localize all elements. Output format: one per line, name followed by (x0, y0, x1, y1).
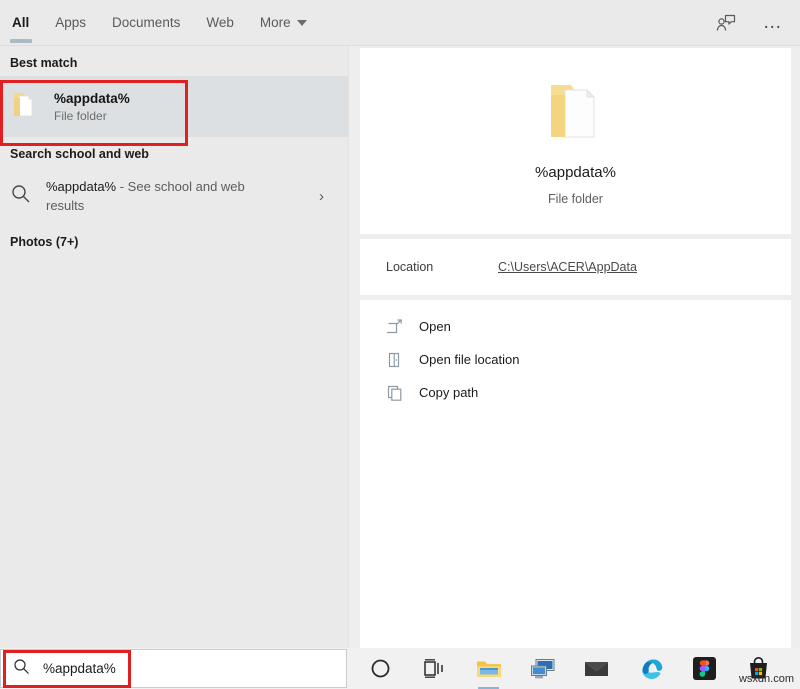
preview-card: %appdata% File folder (360, 48, 791, 234)
search-icon (13, 658, 30, 680)
tab-web-label: Web (206, 15, 234, 30)
more-options-icon[interactable]: … (760, 10, 786, 36)
preview-subtitle: File folder (548, 192, 603, 206)
photos-header: Photos (7+) (0, 225, 348, 255)
chevron-right-icon[interactable]: › (319, 188, 324, 205)
search-input-value: %appdata% (43, 661, 116, 676)
chevron-down-icon (297, 20, 307, 26)
tabbar-actions: … (712, 10, 800, 36)
results-pane: Best match %appdata% File folder Search … (0, 46, 349, 648)
result-item-appdata[interactable]: %appdata% File folder (0, 76, 348, 137)
watermark: wsxdn.com (739, 673, 794, 685)
action-open[interactable]: Open (360, 310, 791, 343)
action-open-file-location-label: Open file location (419, 352, 519, 367)
details-pane: %appdata% File folder Location C:\Users\… (349, 46, 800, 648)
ellipsis-glyph: … (763, 19, 784, 27)
result-item-title: %appdata% (54, 91, 130, 106)
web-search-query: %appdata% (46, 179, 116, 194)
action-copy-path[interactable]: Copy path (360, 376, 791, 409)
search-icon (10, 183, 32, 210)
tab-all-label: All (12, 15, 29, 30)
search-tabbar: All Apps Documents Web More (0, 0, 800, 46)
result-item-text: %appdata% File folder (54, 91, 130, 123)
copy-path-icon (386, 384, 403, 401)
action-open-file-location[interactable]: Open file location (360, 343, 791, 376)
taskbar: %appdata% (0, 648, 800, 689)
location-label: Location (386, 260, 498, 274)
tab-all[interactable]: All (0, 0, 42, 45)
tab-documents[interactable]: Documents (99, 0, 193, 45)
best-match-header: Best match (0, 46, 348, 76)
cortana-icon[interactable] (367, 654, 394, 684)
tab-list: All Apps Documents Web More (0, 0, 320, 45)
tab-apps-label: Apps (55, 15, 86, 30)
location-card: Location C:\Users\ACER\AppData (360, 239, 791, 295)
result-item-subtitle: File folder (54, 109, 130, 123)
taskbar-icons (347, 648, 800, 689)
mail-icon[interactable] (583, 654, 610, 684)
figma-icon[interactable] (691, 654, 718, 684)
web-search-header: Search school and web (0, 137, 348, 167)
search-input[interactable]: %appdata% (0, 649, 347, 688)
tab-documents-label: Documents (112, 15, 180, 30)
task-view-icon[interactable] (421, 654, 448, 684)
file-explorer-icon[interactable] (475, 654, 502, 684)
open-in-new-icon (386, 318, 403, 335)
tab-more[interactable]: More (247, 0, 320, 45)
action-open-label: Open (419, 319, 451, 334)
search-flyout: All Apps Documents Web More (0, 0, 800, 648)
remote-desktop-icon[interactable] (529, 654, 556, 684)
open-file-location-icon (386, 351, 403, 368)
action-copy-path-label: Copy path (419, 385, 478, 400)
folder-icon (545, 77, 607, 148)
web-search-text: %appdata% - See school and web results (46, 177, 281, 215)
tab-apps[interactable]: Apps (42, 0, 99, 45)
web-search-item[interactable]: %appdata% - See school and web results › (0, 167, 348, 225)
tab-web[interactable]: Web (193, 0, 247, 45)
tab-more-label: More (260, 15, 291, 30)
feedback-icon[interactable] (712, 10, 738, 36)
search-body: Best match %appdata% File folder Search … (0, 46, 800, 648)
folder-icon (10, 89, 38, 124)
edge-icon[interactable] (637, 654, 664, 684)
preview-title: %appdata% (535, 164, 616, 181)
location-path-link[interactable]: C:\Users\ACER\AppData (498, 260, 637, 274)
actions-card: Open Open file location (360, 300, 791, 648)
